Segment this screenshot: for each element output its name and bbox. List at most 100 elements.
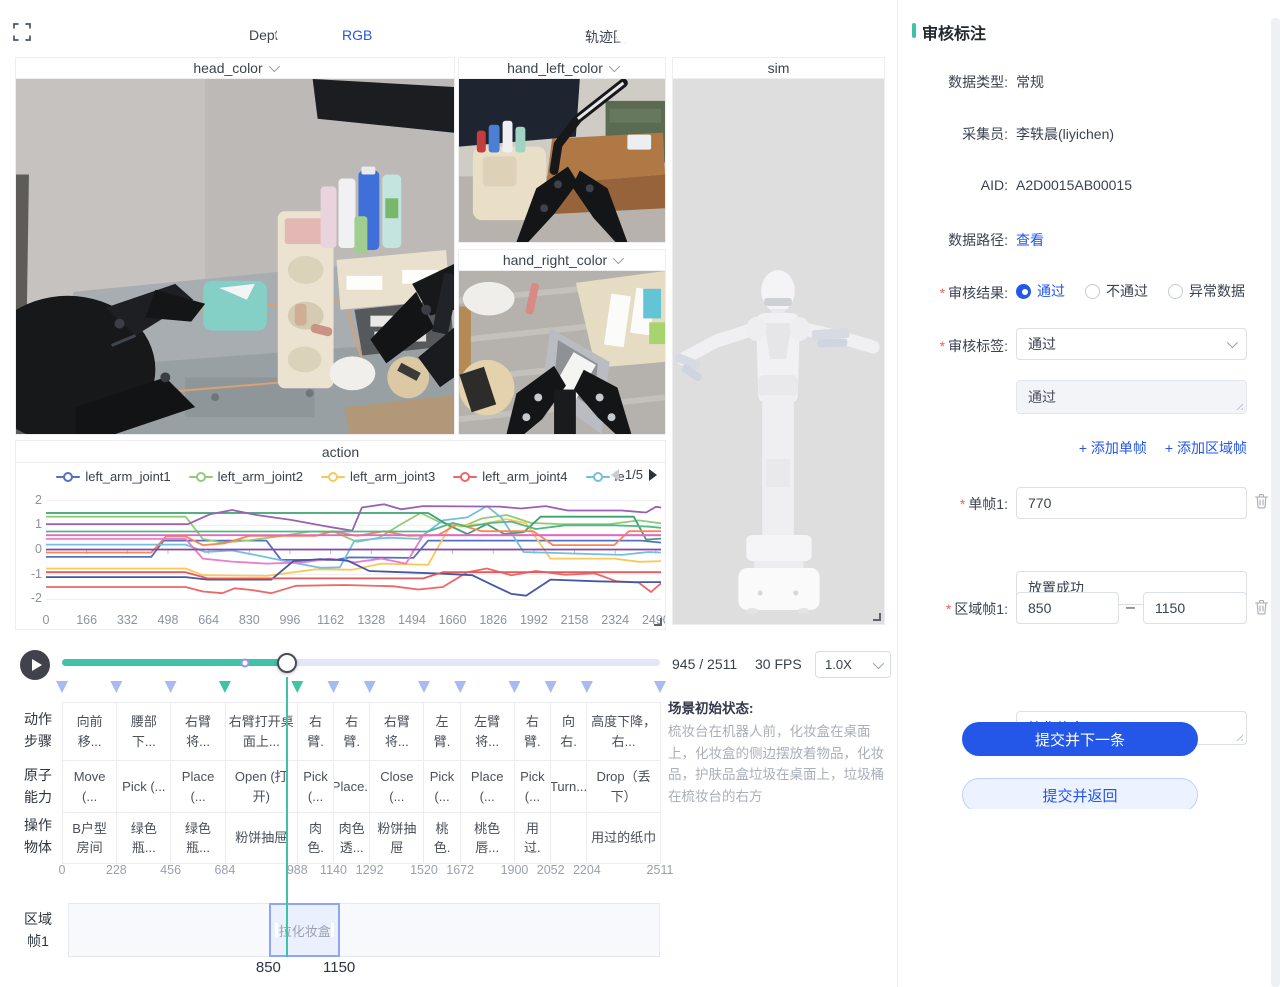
drag-handle-left[interactable]	[275, 923, 278, 938]
segment-cell[interactable]: 右臂.	[334, 703, 370, 760]
legend-item[interactable]: left_arm_joint3	[321, 469, 435, 484]
radio-label: 不通过	[1106, 281, 1148, 301]
region-frame-block[interactable]: 拉化妆盒	[269, 903, 340, 957]
region-frame-track[interactable]: 拉化妆盒	[68, 903, 660, 957]
single-frame-dot[interactable]	[241, 658, 250, 667]
timeline-marker[interactable]	[418, 681, 430, 693]
segment-cell[interactable]: 用过.	[515, 813, 551, 863]
segment-cell[interactable]: Pick (...	[117, 761, 171, 812]
result-radio-option[interactable]: 不通过	[1085, 281, 1148, 301]
radio-label: 通过	[1037, 281, 1065, 301]
segment-cell[interactable]: 右臂.	[515, 703, 551, 760]
play-button[interactable]	[20, 650, 50, 680]
segment-cell[interactable]: 桃色唇...	[461, 813, 515, 863]
segment-cell[interactable]: Move (...	[63, 761, 117, 812]
hand-right-camera-header[interactable]: hand_right_color	[459, 250, 665, 271]
resize-handle-icon[interactable]	[654, 618, 662, 626]
timeline-marker[interactable]	[364, 681, 376, 693]
submit-next-button[interactable]: 提交并下一条	[962, 722, 1198, 756]
tag-note-textarea[interactable]: 通过	[1016, 380, 1247, 414]
timeline-marker[interactable]	[545, 681, 557, 693]
legend-next-icon[interactable]	[649, 469, 657, 481]
segment-cell[interactable]: Place..	[334, 761, 370, 812]
add-single-frame-button[interactable]: + 添加单帧	[1079, 438, 1147, 458]
fullscreen-icon[interactable]	[13, 23, 31, 46]
add-region-frame-button[interactable]: + 添加区域帧	[1165, 438, 1247, 458]
segment-cell[interactable]: 右臂.	[298, 703, 334, 760]
legend-item[interactable]: left_arm_joint2	[189, 469, 303, 484]
legend-prev-icon[interactable]	[611, 469, 619, 481]
head-camera-header[interactable]: head_color	[16, 58, 454, 79]
delete-region-frame-icon[interactable]	[1254, 599, 1269, 620]
legend-marker-icon	[189, 472, 213, 482]
toggle-knob	[276, 27, 292, 43]
timeline-marker[interactable]	[291, 681, 303, 693]
delete-single-frame-icon[interactable]	[1254, 493, 1269, 514]
segment-cell[interactable]: 用过的纸巾	[587, 813, 660, 863]
drag-handle-right[interactable]	[331, 923, 334, 938]
result-radio-option[interactable]: 异常数据	[1168, 281, 1245, 301]
head-camera-title: head_color	[193, 60, 262, 76]
x-axis-tick: 2324	[601, 613, 629, 627]
sim-view[interactable]	[673, 79, 884, 624]
timeline-marker[interactable]	[327, 681, 339, 693]
slider-handle[interactable]	[277, 653, 297, 673]
hand-left-camera-header[interactable]: hand_left_color	[459, 58, 665, 79]
segment-cell[interactable]: 绿色瓶...	[171, 813, 225, 863]
radio-icon	[1168, 284, 1183, 299]
segment-cell[interactable]: Pick (...	[424, 761, 460, 812]
segment-cell[interactable]: 左臂将...	[461, 703, 515, 760]
segment-cell[interactable]: 高度下降，右...	[587, 703, 660, 760]
segment-cell[interactable]: 向前移...	[63, 703, 117, 760]
timeline-marker[interactable]	[165, 681, 177, 693]
action-chart-title: action	[16, 441, 665, 463]
segment-cell[interactable]: 腰部下...	[117, 703, 171, 760]
timeline-marker[interactable]	[454, 681, 466, 693]
segment-cell[interactable]: 桃色.	[424, 813, 460, 863]
segment-cell[interactable]: 绿色瓶...	[117, 813, 171, 863]
timeline-marker[interactable]	[508, 681, 520, 693]
legend-item[interactable]: left_arm_joint4	[453, 469, 567, 484]
timeline-marker[interactable]	[581, 681, 593, 693]
segment-cell[interactable]: Pick (...	[298, 761, 334, 812]
submit-return-button[interactable]: 提交并返回	[962, 778, 1198, 809]
segment-cell[interactable]: Close (...	[370, 761, 424, 812]
timeline-marker[interactable]	[219, 681, 231, 693]
segment-cell[interactable]: Place (...	[171, 761, 225, 812]
segment-cell[interactable]: Pick (...	[515, 761, 551, 812]
playback-slider[interactable]	[62, 659, 660, 666]
tag-select[interactable]: 通过	[1016, 328, 1247, 360]
segment-cell[interactable]: 右臂将...	[370, 703, 424, 760]
segment-cell[interactable]: Drop（丢下）	[587, 761, 660, 812]
segment-cell[interactable]: 肉色透...	[334, 813, 370, 863]
result-radio-option[interactable]: 通过	[1016, 281, 1065, 301]
segment-cell[interactable]: Place (...	[461, 761, 515, 812]
segment-cell[interactable]: 粉饼抽屉	[370, 813, 424, 863]
segment-cell[interactable]: 向右.	[551, 703, 587, 760]
hand-left-camera-title: hand_left_color	[507, 60, 603, 76]
segment-cell[interactable]: 肉色.	[298, 813, 334, 863]
chart-plot-area[interactable]: 210-1-2	[16, 490, 665, 612]
speed-select[interactable]: 1.0X	[815, 651, 891, 678]
legend-item[interactable]: left_arm_joint1	[56, 469, 170, 484]
resize-handle-icon[interactable]	[873, 613, 881, 621]
data-path-link[interactable]: 查看	[1016, 230, 1044, 250]
segment-cell[interactable]	[551, 813, 587, 863]
scrollbar[interactable]	[1271, 18, 1280, 987]
scene-text: 梳妆台在机器人前，化妆盒在桌面上，化妆盒的侧边摆放着物品，化妆品，护肤品盒垃圾在…	[668, 721, 894, 807]
timeline-marker[interactable]	[56, 681, 68, 693]
region-start-input[interactable]: 850	[1016, 592, 1119, 624]
timeline-marker[interactable]	[654, 681, 666, 693]
segment-cell[interactable]: B户型房间	[63, 813, 117, 863]
segment-cell[interactable]: 右臂将...	[171, 703, 225, 760]
sim-panel: sim	[672, 57, 885, 625]
region-end-label: 1150	[323, 959, 355, 976]
segment-cell[interactable]: Turn...	[551, 761, 587, 812]
table-row: B户型房间绿色瓶...绿色瓶...粉饼抽屉肉色.肉色透...粉饼抽屉桃色.桃色唇…	[63, 813, 660, 863]
region-end-input[interactable]: 1150	[1143, 592, 1247, 624]
hand-right-camera-image	[459, 271, 665, 434]
timeline-marker[interactable]	[110, 681, 122, 693]
segment-cell[interactable]: 左臂.	[424, 703, 460, 760]
single-frame-input[interactable]: 770	[1016, 487, 1247, 519]
playhead-cursor[interactable]	[286, 677, 288, 957]
